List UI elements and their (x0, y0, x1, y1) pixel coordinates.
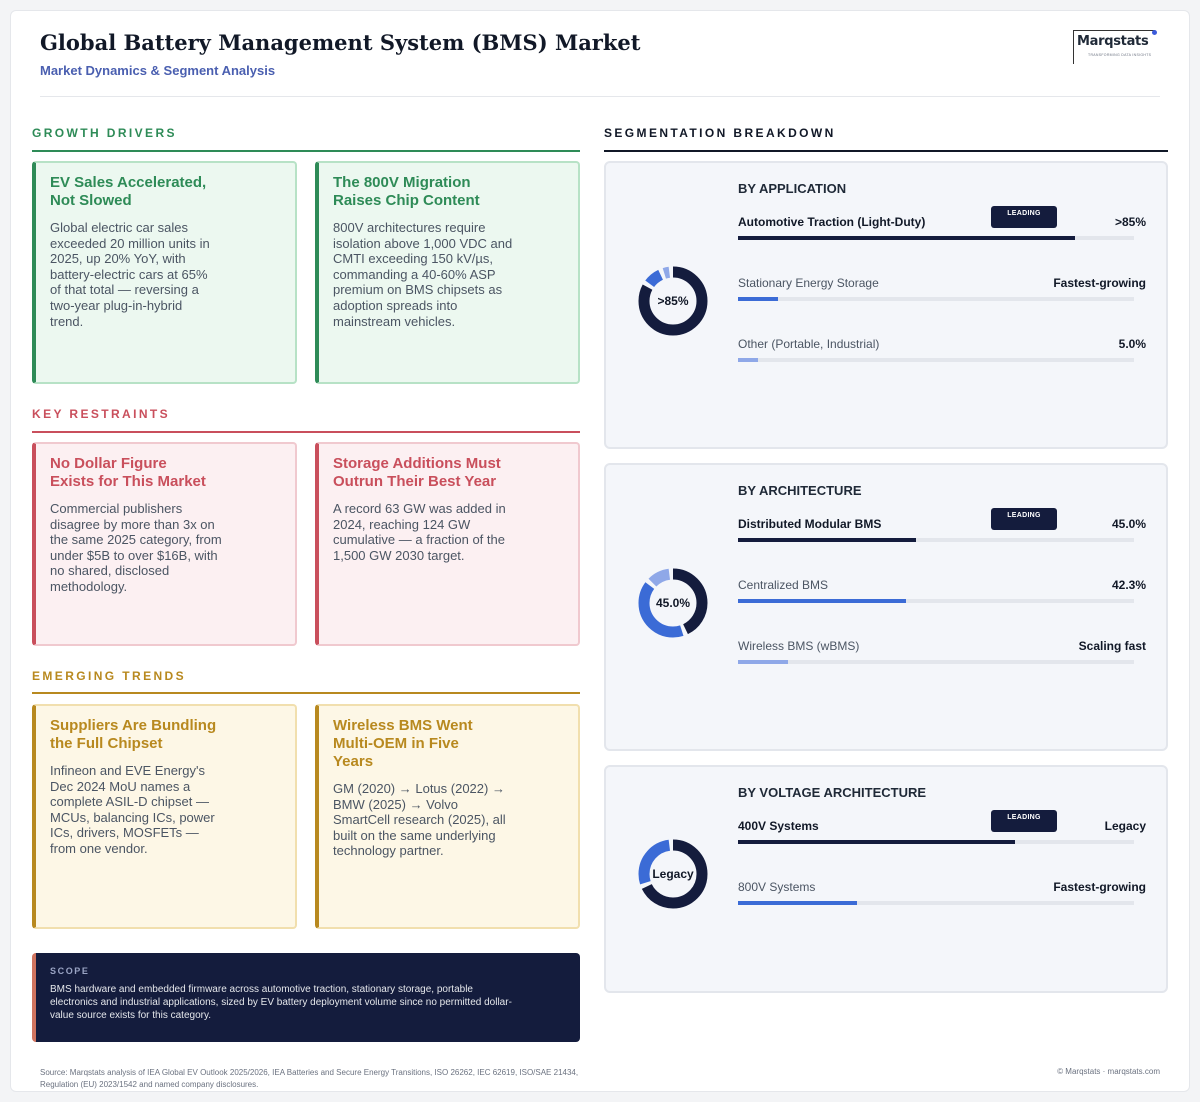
segment-value: Scaling fast (1078, 639, 1146, 653)
donut-chart: 45.0% (636, 566, 710, 640)
logo-tagline: TRANSFORMING DATA INSIGHTS (1088, 53, 1152, 57)
trend-card-2: Wireless BMS Went Multi-OEM in Five Year… (315, 704, 580, 929)
section-divider-restraints (32, 431, 580, 433)
progress-fill (738, 297, 778, 301)
progress-fill (738, 236, 1075, 240)
restraint-card-1: No Dollar Figure Exists for This Market … (32, 442, 297, 646)
segment-name: 400V Systems (738, 819, 819, 833)
segment-panel-architecture: BY ARCHITECTURE 45.0% Distributed Modula… (604, 463, 1168, 751)
section-heading-trends: EMERGING TRENDS (32, 669, 187, 683)
progress-track (738, 297, 1134, 301)
leading-badge: LEADING (991, 206, 1057, 228)
panel-title: BY APPLICATION (738, 181, 847, 196)
page-title: Global Battery Management System (BMS) M… (40, 30, 641, 55)
segment-name: 800V Systems (738, 880, 816, 894)
scope-text: BMS hardware and embedded firmware acros… (50, 984, 512, 1021)
segment-name: Other (Portable, Industrial) (738, 337, 880, 351)
donut-chart: Legacy (636, 837, 710, 911)
card-title: Suppliers Are Bundling the Full Chipset (50, 717, 217, 752)
segment-value: >85% (1114, 215, 1146, 229)
segment-name: Distributed Modular BMS (738, 517, 882, 531)
header-divider (40, 96, 1160, 97)
driver-card-2: The 800V Migration Raises Chip Content 8… (315, 161, 580, 384)
segment-panel-voltage: BY VOLTAGE ARCHITECTURE Legacy 400V Syst… (604, 765, 1168, 993)
progress-fill (738, 901, 857, 905)
leading-badge: LEADING (991, 810, 1057, 832)
progress-fill (738, 599, 906, 603)
segment-value: 42.3% (1111, 578, 1146, 592)
card-body: 800V architectures require isolation abo… (333, 220, 513, 329)
progress-track (738, 358, 1134, 362)
progress-fill (738, 660, 789, 664)
progress-fill (738, 840, 1016, 844)
donut-center-label: Legacy (652, 867, 694, 881)
section-divider-drivers (32, 150, 580, 152)
donut-chart: >85% (636, 264, 710, 338)
scope-heading: SCOPE (50, 966, 90, 976)
page-subtitle: Market Dynamics & Segment Analysis (40, 63, 276, 78)
footer-source: Source: Marqstats analysis of IEA Global… (40, 1068, 579, 1089)
panel-title: BY ARCHITECTURE (738, 483, 862, 498)
section-heading-restraints: KEY RESTRAINTS (32, 407, 171, 421)
segment-value: 45.0% (1111, 517, 1146, 531)
leading-badge: LEADING (991, 508, 1057, 530)
restraint-card-2: Storage Additions Must Outrun Their Best… (315, 442, 580, 646)
progress-track (738, 840, 1134, 844)
section-heading-segmentation: SEGMENTATION BREAKDOWN (604, 126, 836, 140)
card-body: Infineon and EVE Energy's Dec 2024 MoU n… (50, 763, 215, 856)
progress-fill (738, 358, 758, 362)
footer-copyright: © Marqstats · marqstats.com (1057, 1067, 1160, 1076)
segment-value: Fastest-growing (1053, 276, 1146, 290)
card-body: Commercial publishers disagree by more t… (50, 501, 222, 594)
card-body: A record 63 GW was added in 2024, reachi… (333, 501, 506, 563)
segment-name: Wireless BMS (wBMS) (738, 639, 860, 653)
donut-center-label: 45.0% (655, 596, 691, 610)
progress-track (738, 236, 1134, 240)
brand-logo: Marqstats TRANSFORMING DATA INSIGHTS (1073, 30, 1157, 64)
segment-name: Automotive Traction (Light-Duty) (738, 215, 926, 229)
scope-box: SCOPE BMS hardware and embedded firmware… (32, 953, 580, 1042)
segment-panel-application: BY APPLICATION >85% Automotive Traction … (604, 161, 1168, 449)
progress-track (738, 660, 1134, 664)
donut-center-label: >85% (657, 294, 689, 308)
logo-dot-icon (1152, 30, 1157, 35)
segment-value: Legacy (1104, 819, 1146, 833)
driver-card-1: EV Sales Accelerated, Not Slowed Global … (32, 161, 297, 384)
segment-value: Fastest-growing (1053, 880, 1146, 894)
section-heading-drivers: GROWTH DRIVERS (32, 126, 177, 140)
card-body: Global electric car sales exceeded 20 mi… (50, 220, 210, 329)
card-title: Wireless BMS Went Multi-OEM in Five Year… (333, 717, 473, 770)
progress-track (738, 538, 1134, 542)
trend-card-1: Suppliers Are Bundling the Full Chipset … (32, 704, 297, 929)
progress-track (738, 901, 1134, 905)
segment-name: Centralized BMS (738, 578, 829, 592)
segment-name: Stationary Energy Storage (738, 276, 879, 290)
card-title: No Dollar Figure Exists for This Market (50, 455, 206, 490)
section-divider-trends (32, 692, 580, 694)
logo-wordmark: Marqstats (1077, 34, 1149, 49)
panel-title: BY VOLTAGE ARCHITECTURE (738, 785, 927, 800)
card-title: The 800V Migration Raises Chip Content (333, 174, 480, 209)
card-title: Storage Additions Must Outrun Their Best… (333, 455, 501, 490)
section-divider-segmentation (604, 150, 1168, 152)
progress-track (738, 599, 1134, 603)
segment-value: 5.0% (1118, 337, 1146, 351)
progress-fill (738, 538, 917, 542)
card-title: EV Sales Accelerated, Not Slowed (50, 174, 207, 209)
card-body: GM (2020) → Lotus (2022) → BMW (2025) → … (333, 781, 506, 859)
